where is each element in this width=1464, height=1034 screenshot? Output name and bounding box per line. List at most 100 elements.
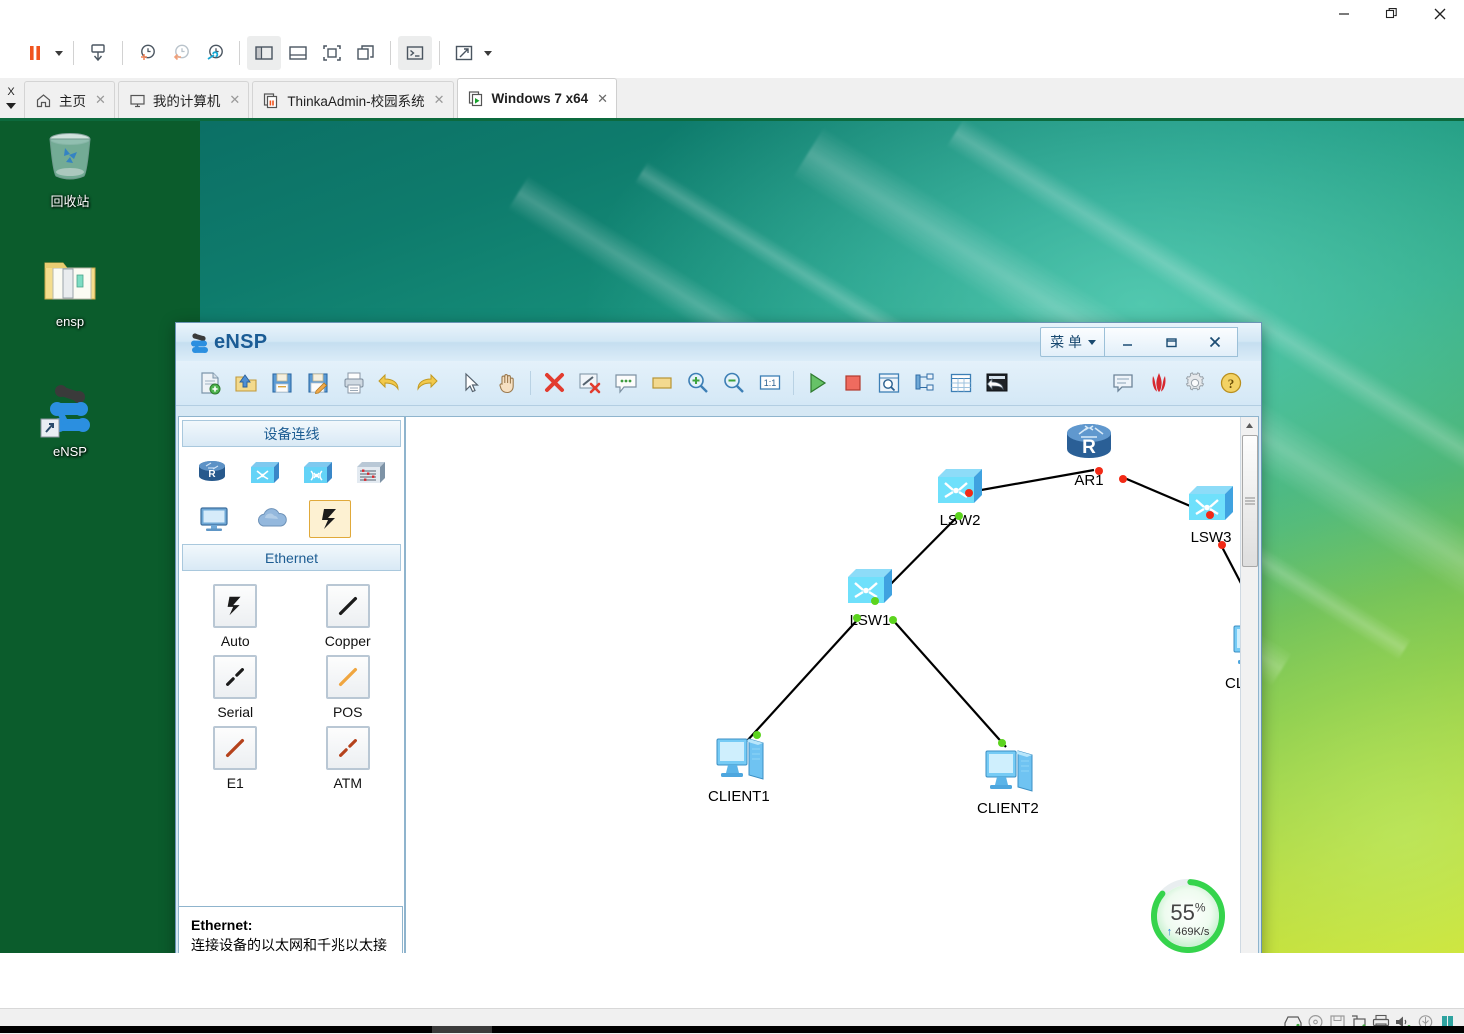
zoom-out-button[interactable] <box>719 368 749 398</box>
scroll-up-button[interactable] <box>1241 417 1258 433</box>
suspend-dropdown[interactable] <box>52 36 66 70</box>
host-tabstrip: X 主页 ✕ 我的计算机 ✕ ThinkaAdmin-校园系统 ✕ Window… <box>0 78 1464 121</box>
ensp-minimize-button[interactable] <box>1104 327 1150 357</box>
show-thumbnail-bar-button[interactable] <box>281 36 315 70</box>
delete-button[interactable] <box>539 368 569 398</box>
ensp-close-button[interactable] <box>1193 327 1238 357</box>
tab-close-button[interactable]: ✕ <box>597 91 608 107</box>
link-type-e1[interactable]: E1 <box>179 726 292 791</box>
unity-mode-button[interactable] <box>349 36 383 70</box>
ensp-menu-button[interactable]: 菜 单 <box>1040 327 1106 357</box>
host-close-button[interactable] <box>1416 0 1464 28</box>
tab-windows-7-x64[interactable]: Windows 7 x64 ✕ <box>456 78 618 118</box>
connection-palette-item[interactable] <box>309 500 351 538</box>
add-note-button[interactable] <box>611 368 641 398</box>
topology-canvas-wrapper[interactable]: R AR1 LSW2 LSW3 LSW1 CLIENT1 CLIENT2 C <box>405 416 1259 953</box>
ensp-maximize-button[interactable] <box>1149 327 1194 357</box>
huawei-logo-icon <box>1152 373 1166 392</box>
huawei-button[interactable] <box>1144 368 1174 398</box>
stop-all-button[interactable] <box>838 368 868 398</box>
grid-button[interactable] <box>946 368 976 398</box>
topology-tree-button[interactable] <box>910 368 940 398</box>
link-type-auto[interactable]: Auto <box>179 584 292 649</box>
scroll-grip-icon <box>1245 497 1255 505</box>
device-palette: 设备连线 R Ethernet Auto Copper Serial POS E… <box>178 416 405 953</box>
wlan-palette-item[interactable] <box>297 454 339 492</box>
node-client2[interactable]: CLIENT2 <box>977 743 1039 817</box>
save-as-button[interactable] <box>303 368 333 398</box>
save-button[interactable] <box>267 368 297 398</box>
link-type-atm[interactable]: ATM <box>292 726 405 791</box>
link-type-serial[interactable]: Serial <box>179 655 292 720</box>
open-topology-button[interactable] <box>231 368 261 398</box>
performance-ring-widget[interactable]: 55% ↑ 469K/s <box>1148 876 1228 953</box>
pc-icon <box>1233 625 1240 664</box>
link-type-pos[interactable]: POS <box>292 655 405 720</box>
maximize-icon <box>1165 337 1177 347</box>
canvas-vertical-scrollbar[interactable] <box>1240 417 1258 953</box>
tab-home[interactable]: 主页 ✕ <box>24 81 115 118</box>
guest-desktop[interactable]: 回收站 ensp eNSP eNSP 菜 单 1:1 ? 设备连线 R Ethe… <box>0 121 1464 953</box>
tabstrip-controls[interactable]: X <box>0 78 22 118</box>
take-snapshot-button[interactable] <box>130 36 164 70</box>
caret-down-icon[interactable] <box>6 103 16 109</box>
grid-icon <box>950 373 972 393</box>
router-palette-item[interactable]: R <box>191 454 233 492</box>
link-type-icon-box <box>325 584 370 628</box>
revert-snapshot-button[interactable] <box>164 36 198 70</box>
undo-button[interactable] <box>375 368 405 398</box>
endpoint-palette-item[interactable] <box>193 500 235 538</box>
help-button[interactable]: ? <box>1216 368 1246 398</box>
stretch-button[interactable] <box>447 36 481 70</box>
suspend-button[interactable] <box>18 36 52 70</box>
show-library-button[interactable] <box>247 36 281 70</box>
node-client3[interactable]: CLIENT3 <box>1225 618 1240 692</box>
tab-my-computer[interactable]: 我的计算机 ✕ <box>117 81 250 118</box>
print-button[interactable] <box>339 368 369 398</box>
ensp-titlebar[interactable]: eNSP 菜 单 <box>176 323 1261 361</box>
zoom-reset-button[interactable]: 1:1 <box>755 368 785 398</box>
settings-button[interactable] <box>1180 368 1210 398</box>
redo-button[interactable] <box>411 368 441 398</box>
pan-tool-button[interactable] <box>492 368 522 398</box>
stretch-dropdown[interactable] <box>481 36 495 70</box>
desktop-icon-ensp-folder[interactable]: ensp <box>15 249 125 329</box>
desktop-icon-ensp-shortcut[interactable]: eNSP <box>15 379 125 459</box>
select-tool-button[interactable] <box>456 368 486 398</box>
tabstrip-close-label[interactable]: X <box>7 87 14 98</box>
print-icon <box>344 372 364 394</box>
performance-percent-unit: % <box>1194 900 1206 915</box>
desktop-icon-recycle-bin[interactable]: 回收站 <box>15 126 125 210</box>
full-screen-button[interactable] <box>315 36 349 70</box>
capture-packet-button[interactable] <box>874 368 904 398</box>
vertical-scroll-thumb[interactable] <box>1242 435 1258 567</box>
delete-link-button[interactable] <box>575 368 605 398</box>
host-restore-button[interactable] <box>1368 0 1416 28</box>
link-lsw1-client2 <box>891 618 1007 748</box>
topology-canvas[interactable]: R AR1 LSW2 LSW3 LSW1 CLIENT1 CLIENT2 C <box>406 417 1240 953</box>
node-client1[interactable]: CLIENT1 <box>708 731 770 805</box>
add-shape-button[interactable] <box>647 368 677 398</box>
console-button[interactable] <box>398 36 432 70</box>
new-topology-button[interactable] <box>195 368 225 398</box>
manage-snapshots-button[interactable] <box>198 36 232 70</box>
firewall-palette-item[interactable] <box>350 454 392 492</box>
tab-close-button[interactable]: ✕ <box>95 92 106 108</box>
node-ar1[interactable]: R AR1 <box>1061 419 1117 489</box>
tab-close-button[interactable]: ✕ <box>434 92 445 108</box>
host-minimize-button[interactable] <box>1320 0 1368 28</box>
cloud-palette-item[interactable] <box>251 500 293 538</box>
cloud-icon <box>257 508 287 527</box>
performance-percent: 55% <box>1148 900 1228 926</box>
switch-palette-item[interactable] <box>244 454 286 492</box>
zoom-in-button[interactable] <box>683 368 713 398</box>
ensp-window[interactable]: eNSP 菜 单 1:1 ? 设备连线 R Ethernet Auto Copp… <box>175 322 1262 953</box>
tab-close-button[interactable]: ✕ <box>229 92 240 108</box>
restore-window-button[interactable] <box>982 368 1012 398</box>
link-type-copper[interactable]: Copper <box>292 584 405 649</box>
feedback-button[interactable] <box>1108 368 1138 398</box>
start-all-button[interactable] <box>802 368 832 398</box>
snapshot-manager-button[interactable] <box>81 36 115 70</box>
tab-thinkadmin[interactable]: ThinkaAdmin-校园系统 ✕ <box>252 81 454 118</box>
terminal-icon <box>406 46 424 60</box>
